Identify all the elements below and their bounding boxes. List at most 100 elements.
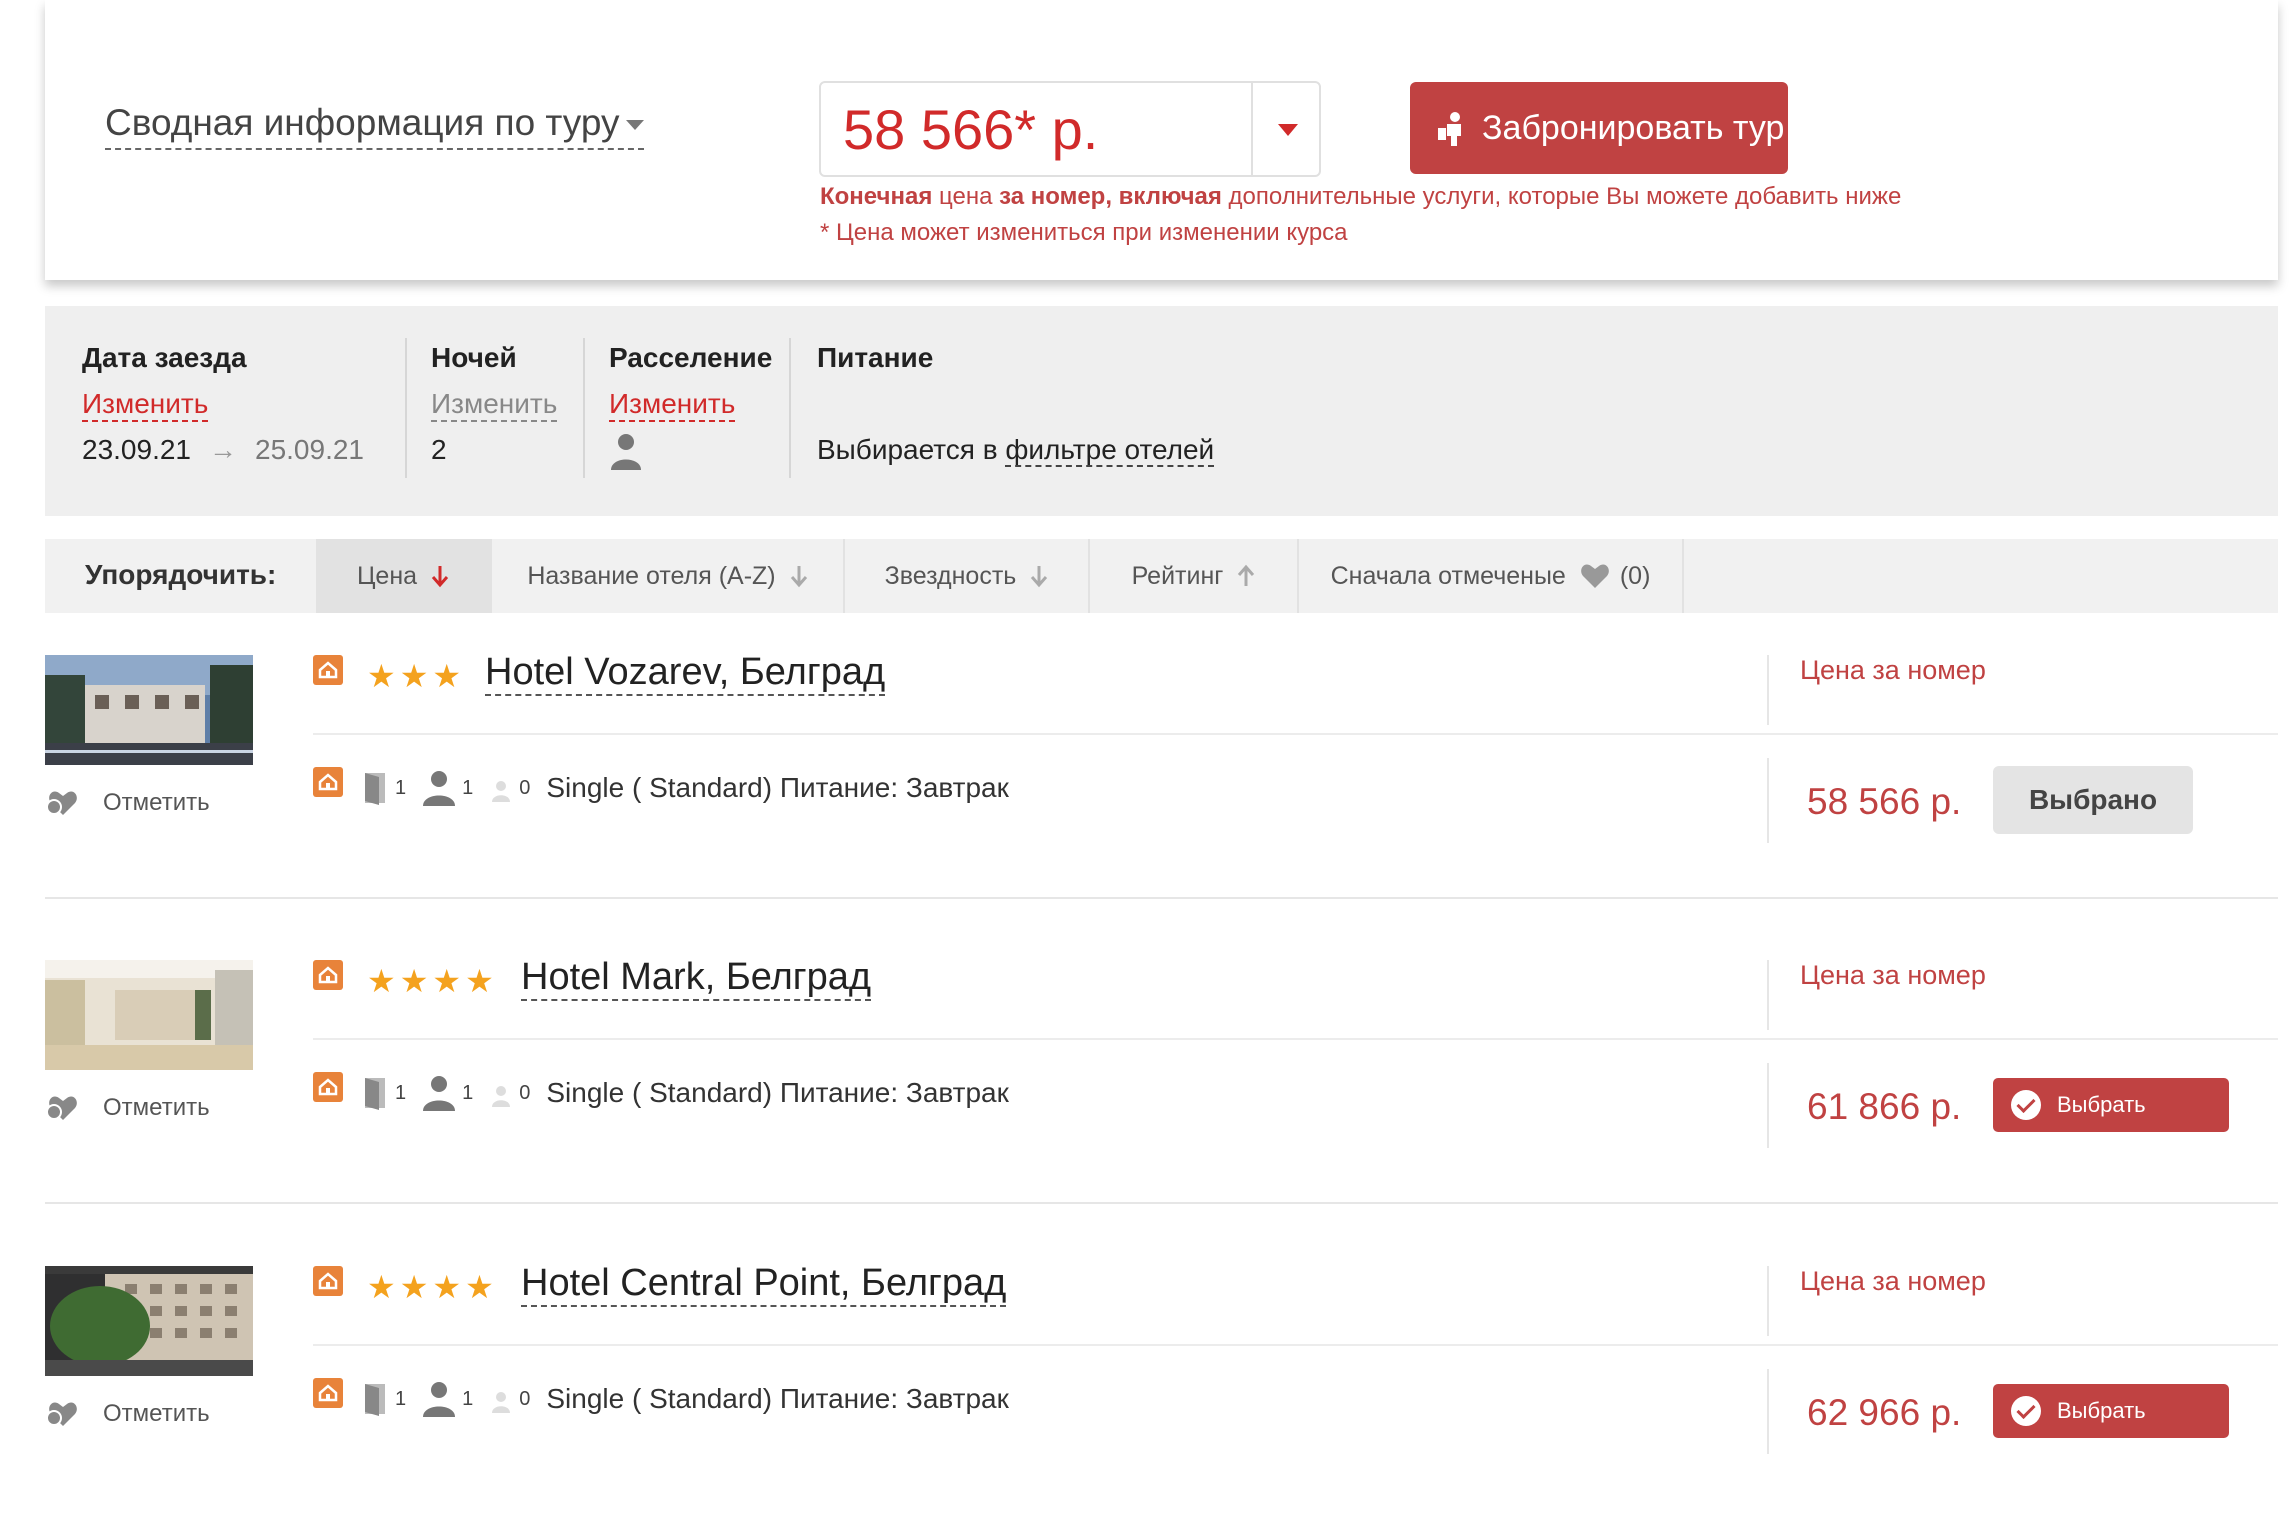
food-value: Выбирается в фильтре отелей [817,434,1215,467]
tour-summary-panel: Сводная информация по туру 58 566* р. За… [45,0,2278,280]
adult-icon [423,1382,456,1417]
sort-by-name[interactable]: Название отеля (A-Z) [492,539,845,613]
home-icon [313,1072,343,1102]
hotel-price: 62 966 р. [1807,1392,1962,1433]
adults-count: 1 [462,1387,474,1410]
hotel-card: Отметить ★★★ Hotel Vozarev, Белград Цена… [45,651,2278,945]
room-description: Single ( Standard) Питание: Завтрак [546,1077,1009,1108]
check-circle-icon [2011,1396,2041,1426]
adult-icon [423,771,456,806]
sort-by-stars[interactable]: Звездность [845,539,1090,613]
price-per-room-label: Цена за номер [1800,960,1986,990]
room-info: 1 1 0 Single ( Standard) Питание: Завтра… [313,1072,1009,1113]
children-count: 0 [519,1387,531,1410]
adults-count: 1 [462,1081,474,1104]
mark-label: Отметить [103,789,210,816]
door-icon [365,1384,385,1416]
hotel-name-link[interactable]: Hotel Central Point, Белград [521,1261,1007,1307]
room-description: Single ( Standard) Питание: Завтрак [546,1383,1009,1414]
sort-label: Рейтинг [1131,561,1224,590]
hotel-photo[interactable] [45,960,253,1070]
param-nights: Ночей Изменить 2 [431,342,558,466]
selected-button[interactable]: Выбрано [1993,766,2193,834]
divider [405,338,407,478]
sort-label: Звездность [884,561,1017,590]
door-icon [365,1078,385,1110]
sort-by-rating[interactable]: Рейтинг [1090,539,1299,613]
mark-favorite[interactable]: Отметить [45,1094,210,1122]
tour-summary-toggle[interactable]: Сводная информация по туру [105,102,644,150]
booking-person-icon [1438,112,1461,146]
book-tour-label: Забронировать тур [1482,108,1785,147]
hotel-filter-link[interactable]: фильтре отелей [1005,434,1215,467]
select-button[interactable]: Выбрать [1993,1384,2229,1438]
home-icon [313,1378,343,1408]
tour-summary-title: Сводная информация по туру [105,102,620,143]
mark-favorite[interactable]: Отметить [45,1400,210,1428]
room-description: Single ( Standard) Питание: Завтрак [546,772,1009,803]
accommodation-label: Расселение [609,342,773,373]
dropdown-divider [1251,83,1253,175]
select-label: Выбрать [2057,1092,2146,1117]
person-icon [611,434,641,470]
date-to: 25.09.21 [255,434,364,465]
chevron-down-icon[interactable] [1278,124,1298,136]
arrow-down-icon [431,566,449,588]
hotel-price: 58 566 р. [1807,781,1962,822]
arrow-down-icon [790,566,807,588]
star-rating: ★★★★ [367,963,498,999]
select-button[interactable]: Выбрать [1993,1078,2229,1132]
price-note-bold-final: Конечная [820,183,933,210]
select-label: Выбрать [2057,1398,2146,1423]
star-rating: ★★★★ [367,1269,498,1305]
hotel-price: 61 866 р. [1807,1086,1962,1127]
row-divider [45,1202,2278,1204]
price-note-text-rest: дополнительные услуги, которые Вы можете… [1221,183,1902,210]
hotel-name-link[interactable]: Hotel Mark, Белград [521,955,872,1001]
mark-favorite[interactable]: Отметить [45,789,210,817]
heart-icon [46,1402,77,1426]
price-note-text: цена [932,183,1000,210]
mark-label: Отметить [103,1400,210,1427]
sort-by-favorites[interactable]: Сначала отмеченые (0) [1299,539,1684,613]
hotel-photo[interactable] [45,655,253,765]
divider [1767,1369,1769,1454]
hotel-name-link[interactable]: Hotel Vozarev, Белград [485,650,886,696]
heart-icon [46,1096,77,1120]
caret-down-icon [625,120,644,131]
change-nights-link[interactable]: Изменить [431,388,558,422]
price-per-room-label: Цена за номер [1800,1266,1986,1296]
sort-label: Сначала отмеченые [1330,561,1566,590]
price-dropdown-value: 58 566* р. [843,98,1099,161]
book-tour-button[interactable]: Забронировать тур [1410,82,1788,174]
divider [583,338,585,478]
change-accommodation-link[interactable]: Изменить [609,388,736,422]
sort-label: Цена [356,561,418,590]
child-icon [492,1392,511,1413]
rooms-count: 1 [395,776,407,799]
divider [1767,655,1769,725]
exchange-rate-note: * Цена может измениться при изменении ку… [820,219,1348,246]
param-food: Питание [817,342,933,374]
arrow-down-icon [1031,566,1048,588]
nights-value: 2 [431,434,447,465]
divider [1767,1063,1769,1148]
rooms-count: 1 [395,1387,407,1410]
heart-icon [1580,564,1609,588]
divider [1767,960,1769,1030]
adult-icon [423,1076,456,1111]
hotel-photo[interactable] [45,1266,253,1376]
price-per-room-label: Цена за номер [1800,655,1986,685]
check-circle-icon [2011,1090,2041,1120]
price-dropdown[interactable]: 58 566* р. [819,81,1321,177]
param-checkin-date: Дата заезда Изменить 23.09.21 → 25.09.21 [82,342,364,466]
date-from: 23.09.21 [82,434,191,465]
children-count: 0 [519,776,531,799]
children-count: 0 [519,1081,531,1104]
date-range: 23.09.21 → 25.09.21 [82,434,364,466]
sort-title: Упорядочить: [85,559,277,590]
food-label: Питание [817,342,934,373]
checkin-label: Дата заезда [82,342,247,373]
sort-by-price[interactable]: Цена [316,539,492,613]
change-date-link[interactable]: Изменить [82,388,209,422]
